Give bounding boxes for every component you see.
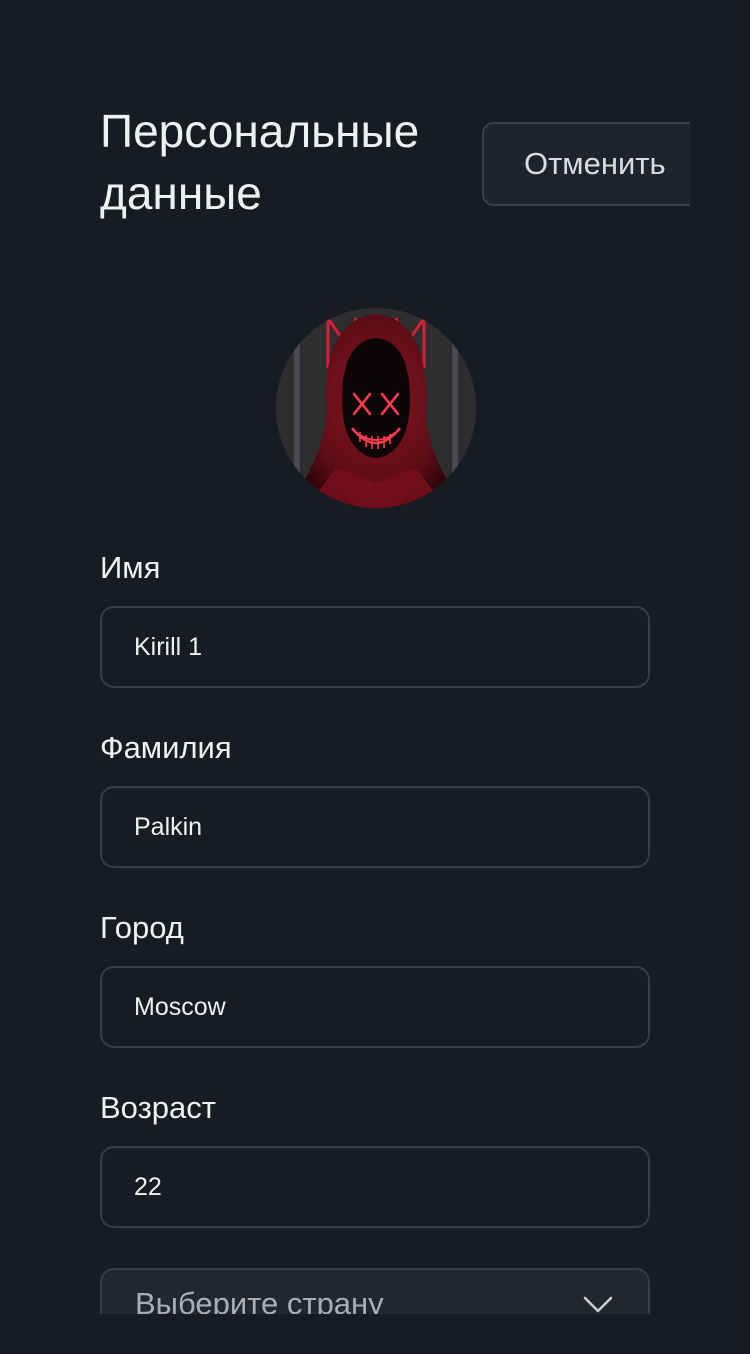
- page-header: Персональные данные Отменить: [100, 100, 690, 230]
- cancel-button[interactable]: Отменить: [482, 122, 690, 206]
- page-title: Персональные данные: [100, 105, 420, 219]
- chevron-down-icon: [583, 1296, 613, 1313]
- age-input[interactable]: [100, 1146, 650, 1228]
- last-name-input[interactable]: [100, 786, 650, 868]
- first-name-label: Имя: [100, 550, 161, 585]
- avatar[interactable]: [276, 308, 476, 508]
- city-label: Город: [100, 910, 184, 945]
- profile-page: Персональные данные Отменить Имя Kirill …: [0, 0, 750, 1314]
- city-input[interactable]: [100, 966, 650, 1048]
- last-name-label: Фамилия: [100, 730, 232, 765]
- first-name-input[interactable]: [100, 606, 650, 688]
- avatar-image: [276, 308, 476, 508]
- country-select[interactable]: Выберите страну: [100, 1268, 650, 1314]
- country-select-placeholder: Выберите страну: [135, 1286, 384, 1314]
- age-label: Возраст: [100, 1090, 216, 1125]
